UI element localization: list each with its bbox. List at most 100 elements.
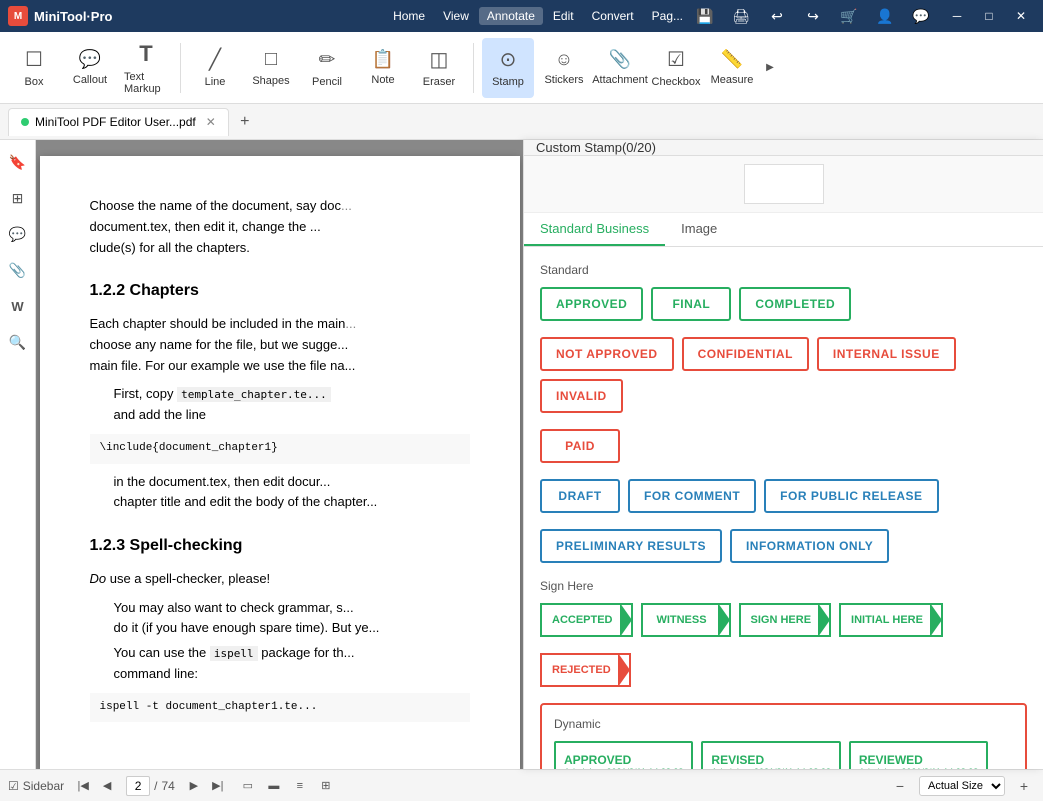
stamp-accepted[interactable]: ACCEPTED [540,603,633,637]
menu-annotate[interactable]: Annotate [479,7,543,25]
stamp-preliminary-results[interactable]: PRELIMINARY RESULTS [540,529,722,563]
first-page-button[interactable]: |◀ [72,775,94,797]
tool-attachment[interactable]: 📎 Attachment [594,38,646,98]
tool-line[interactable]: ╱ Line [189,38,241,98]
tool-box[interactable]: ☐ Box [8,38,60,98]
stamp-tab-standard[interactable]: Standard Business [524,213,665,246]
stamp-panel-header: Custom Stamp(0/20) [524,140,1043,156]
stamp-preview-area [524,156,1043,213]
statusbar: ☑ Sidebar |◀ ◀ / 74 ▶ ▶| ▭ ▬ ≡ ⊞ − Actua… [0,769,1043,801]
stamp-witness[interactable]: WITNESS [641,603,731,637]
stamp-tabs: Standard Business Image [524,213,1043,247]
stamp-invalid[interactable]: INVALID [540,379,623,413]
tool-eraser[interactable]: ◫ Eraser [413,38,465,98]
cart-icon[interactable]: 🛒 [835,4,863,28]
sidebar-search-icon[interactable]: 🔍 [4,328,32,356]
tool-shapes[interactable]: □ Shapes [245,38,297,98]
stamp-completed[interactable]: COMPLETED [739,287,851,321]
redo-icon[interactable]: ↪ [799,4,827,28]
separator-2 [473,43,474,93]
stamp-not-approved[interactable]: NOT APPROVED [540,337,674,371]
zoom-out-button[interactable]: − [889,775,911,797]
sidebar-checkbox[interactable]: ☑ [8,779,19,793]
toolbar-expand[interactable]: ▶ [762,38,778,98]
stamp-for-comment[interactable]: FOR COMMENT [628,479,756,513]
dynamic-reviewed-sub: Adminitr... 2021/8/11,14:28:28 [859,767,978,769]
dynamic-section: Dynamic APPROVED Adminitr... 2021/8/11,1… [540,703,1027,769]
stamp-internal-issue[interactable]: INTERNAL ISSUE [817,337,956,371]
zoom-controls: − Actual Size + [889,775,1035,797]
scroll-icon[interactable]: ≡ [289,775,311,797]
menu-edit[interactable]: Edit [545,7,582,25]
page-separator: / [154,779,157,793]
stamp-tab-image[interactable]: Image [665,213,733,246]
single-page-icon[interactable]: ▭ [237,775,259,797]
page-total: 74 [161,779,174,793]
stamp-initial-here[interactable]: INITIAL HERE [839,603,943,637]
two-page-icon[interactable]: ▬ [263,775,285,797]
undo-icon[interactable]: ↩ [763,4,791,28]
tool-stamp[interactable]: ⊙ Stamp [482,38,534,98]
tool-text-markup-label: Text Markup [124,71,168,95]
maximize-button[interactable]: □ [975,6,1003,26]
page-number-input[interactable] [126,776,150,796]
tool-stickers[interactable]: ☺ Stickers [538,38,590,98]
pdf-italic-do: Do [90,571,107,586]
tool-text-markup[interactable]: T Text Markup [120,38,172,98]
next-page-button[interactable]: ▶ [183,775,205,797]
tab-label: MiniTool PDF Editor User...pdf [35,115,196,129]
pencil-icon: ✏ [319,47,336,72]
zoom-level-select[interactable]: Actual Size [919,776,1005,796]
dynamic-stamp-approved[interactable]: APPROVED Adminitr... 2021/8/11,14:28:28 [554,741,693,769]
document-tab[interactable]: MiniTool PDF Editor User...pdf ✕ [8,108,229,136]
stamp-approved[interactable]: APPROVED [540,287,643,321]
tool-note[interactable]: 📋 Note [357,38,409,98]
tool-shapes-label: Shapes [252,75,289,87]
sidebar-toggle[interactable]: ☑ Sidebar [8,779,64,793]
sidebar-word-icon[interactable]: W [4,292,32,320]
sidebar-pages-icon[interactable]: ⊞ [4,184,32,212]
pdf-code2: ispell -t document_chapter1.te... [90,693,470,723]
minimize-button[interactable]: ─ [943,6,971,26]
stamp-draft[interactable]: DRAFT [540,479,620,513]
stamp-for-public-release[interactable]: FOR PUBLIC RELEASE [764,479,938,513]
tool-callout[interactable]: 💬 Callout [64,38,116,98]
main-area: 🔖 ⊞ 💬 📎 W 🔍 Choose the name of the docum… [0,140,1043,769]
menu-page[interactable]: Pag... [644,7,691,25]
menu-convert[interactable]: Convert [584,7,642,25]
pdf-section-123: 1.2.3 Spell-checking [90,533,470,559]
shapes-icon: □ [265,48,277,71]
tool-checkbox[interactable]: ☑ Checkbox [650,38,702,98]
dynamic-stamp-revised[interactable]: REVISED Adminitr... 2021/8/11,14:28:28 [701,741,840,769]
stamp-sign-here[interactable]: SIGN HERE [739,603,832,637]
stamp-confidential[interactable]: CONFIDENTIAL [682,337,809,371]
prev-page-button[interactable]: ◀ [96,775,118,797]
add-tab-button[interactable]: + [233,110,257,134]
chat-icon[interactable]: 💬 [907,4,935,28]
stamp-panel: Custom Stamp(0/20) Standard Business Ima… [523,140,1043,769]
stamp-information-only[interactable]: INFORMATION ONLY [730,529,889,563]
grid-icon[interactable]: ⊞ [315,775,337,797]
stamp-rejected[interactable]: REJECTED [540,653,631,687]
tab-close-icon[interactable]: ✕ [206,115,216,129]
user-icon[interactable]: 👤 [871,4,899,28]
save-icon[interactable]: 💾 [691,4,719,28]
sidebar-comments-icon[interactable]: 💬 [4,220,32,248]
dynamic-stamp-reviewed[interactable]: REVIEWED Adminitr... 2021/8/11,14:28:28 [849,741,988,769]
stamp-final[interactable]: FINAL [651,287,731,321]
menu-home[interactable]: Home [385,7,433,25]
zoom-in-button[interactable]: + [1013,775,1035,797]
close-button[interactable]: ✕ [1007,6,1035,26]
sidebar-bookmark-icon[interactable]: 🔖 [4,148,32,176]
pdf-area[interactable]: Choose the name of the document, say doc… [36,140,523,769]
stamp-paid[interactable]: PAID [540,429,620,463]
last-page-button[interactable]: ▶| [207,775,229,797]
print-icon[interactable]: 🖨 [727,4,755,28]
sidebar-attachments-icon[interactable]: 📎 [4,256,32,284]
menu-view[interactable]: View [435,7,477,25]
pdf-page: Choose the name of the document, say doc… [40,156,520,769]
tool-measure[interactable]: 📏 Measure [706,38,758,98]
tool-checkbox-label: Checkbox [652,76,701,88]
tool-pencil[interactable]: ✏ Pencil [301,38,353,98]
pdf-chapter-text2: First, copy template_chapter.te...and ad… [114,384,470,426]
